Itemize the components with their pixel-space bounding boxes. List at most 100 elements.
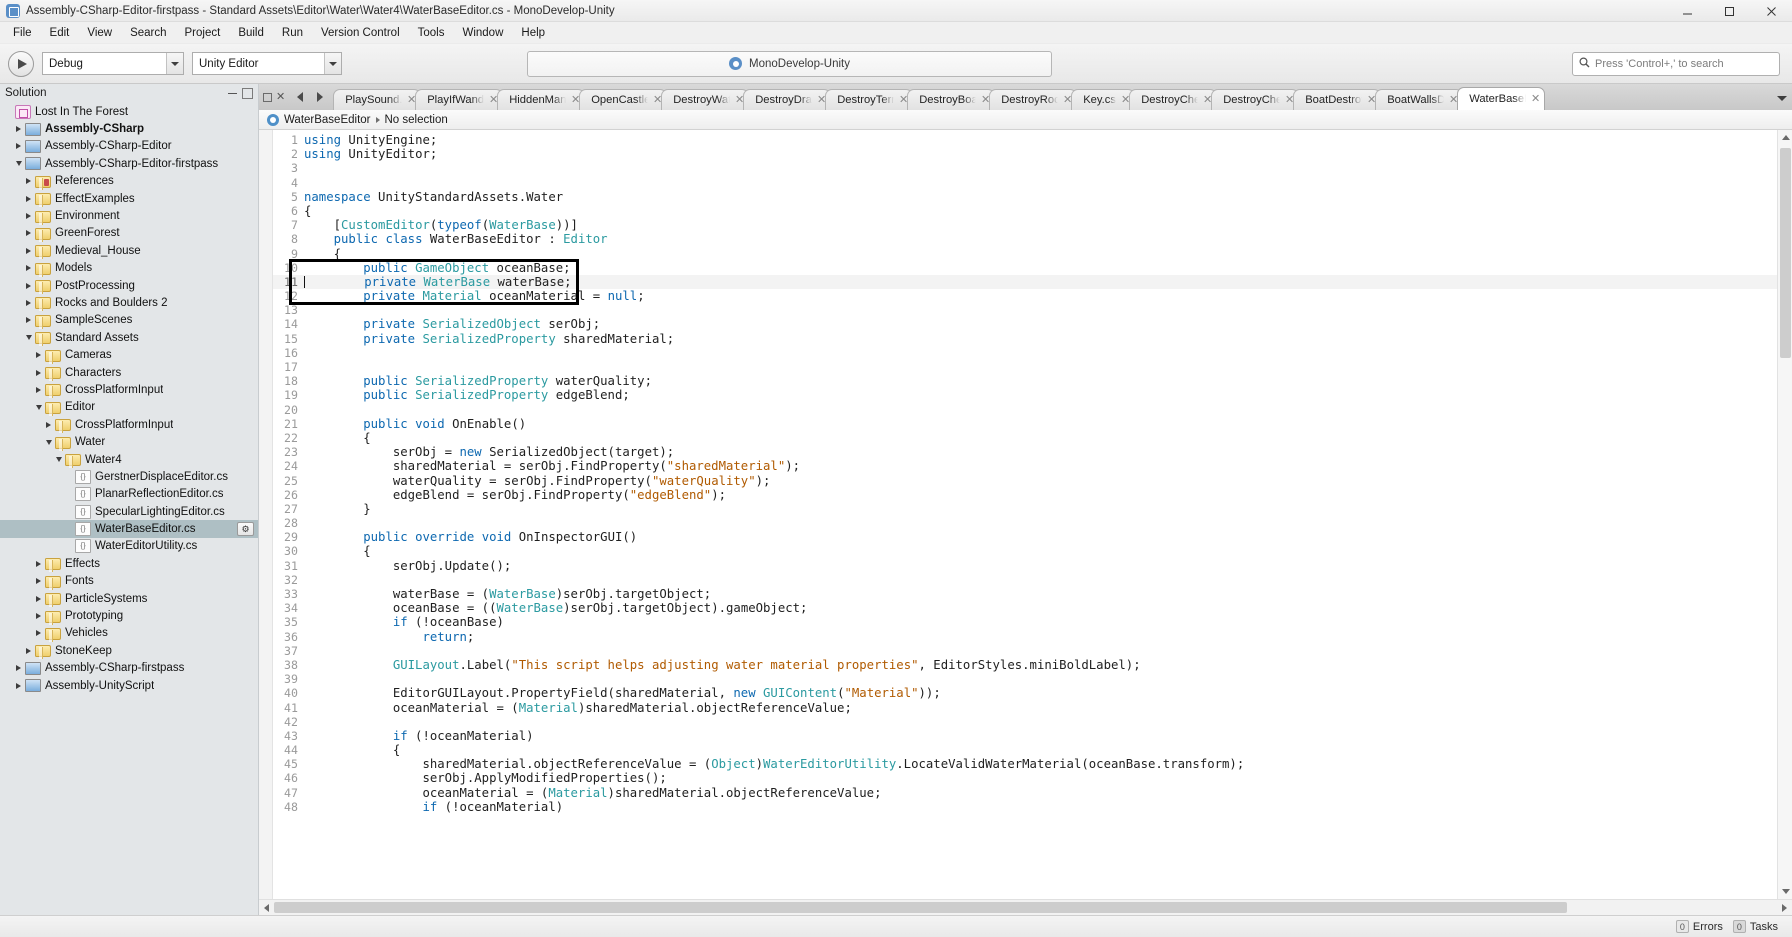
expand-arrow-icon[interactable] xyxy=(22,277,35,294)
tree-node[interactable]: SampleScenes xyxy=(0,312,258,329)
scroll-up-button[interactable] xyxy=(1778,130,1792,145)
maximize-button[interactable] xyxy=(1708,0,1750,22)
expand-arrow-icon[interactable] xyxy=(32,364,45,381)
node-gear-icon[interactable]: ⚙ xyxy=(237,522,254,537)
horizontal-scroll-track[interactable] xyxy=(274,902,1777,913)
expand-arrow-icon[interactable] xyxy=(32,608,45,625)
document-tab[interactable]: BoatWallsD ✕ xyxy=(1375,89,1464,110)
tree-node[interactable]: Water xyxy=(0,433,258,451)
tab-scroll-right-button[interactable] xyxy=(311,86,329,108)
breadcrumb-member[interactable]: No selection xyxy=(385,114,448,126)
code-editor[interactable]: 1 using UnityEngine; 2 using UnityEditor; 3 4… xyxy=(259,130,1777,899)
document-tab[interactable]: DestroyTerra✕ xyxy=(825,89,914,110)
expand-arrow-icon[interactable] xyxy=(22,208,35,225)
tree-node[interactable]: CrossPlatformInput xyxy=(0,381,258,399)
tab-overflow-button[interactable] xyxy=(1774,90,1790,106)
document-tab[interactable]: DestroyChes✕ xyxy=(1129,89,1218,110)
expand-arrow-icon[interactable] xyxy=(22,225,35,242)
tree-node[interactable]: References xyxy=(0,173,258,190)
expand-arrow-icon[interactable] xyxy=(12,121,25,138)
close-all-icon[interactable]: ✕ xyxy=(276,91,285,103)
expand-arrow-icon[interactable] xyxy=(12,660,25,677)
document-tab[interactable]: DestroyDrag ✕ xyxy=(743,89,832,110)
expand-arrow-icon[interactable] xyxy=(42,416,55,433)
document-tab[interactable]: Key.cs ✕ xyxy=(1071,89,1136,110)
collapse-arrow-icon[interactable] xyxy=(32,399,45,416)
vertical-scroll-thumb[interactable] xyxy=(1780,148,1791,358)
expand-arrow-icon[interactable] xyxy=(12,677,25,694)
document-tab[interactable]: DestroyChes✕ xyxy=(1211,89,1300,110)
horizontal-scroll-thumb[interactable] xyxy=(274,902,1567,913)
menu-view[interactable]: View xyxy=(78,25,121,41)
document-tab[interactable]: BoatDestroy ✕ xyxy=(1293,89,1382,110)
expand-arrow-icon[interactable] xyxy=(22,242,35,259)
expand-arrow-icon[interactable] xyxy=(22,312,35,329)
tree-node[interactable]: Assembly-CSharp-Editor xyxy=(0,138,258,155)
expand-arrow-icon[interactable] xyxy=(32,555,45,572)
global-search[interactable]: Press 'Control+,' to search xyxy=(1572,51,1780,76)
tree-node[interactable]: Standard Assets xyxy=(0,329,258,347)
menu-build[interactable]: Build xyxy=(229,25,273,41)
tree-node[interactable]: EffectExamples xyxy=(0,190,258,208)
configuration-select[interactable]: Debug xyxy=(42,52,184,75)
editor-vertical-scrollbar[interactable] xyxy=(1777,130,1792,899)
expand-arrow-icon[interactable] xyxy=(22,173,35,190)
document-tab[interactable]: DestroyBoat ✕ xyxy=(907,89,996,110)
tree-node[interactable]: {} WaterEditorUtility.cs xyxy=(0,538,258,555)
scroll-right-button[interactable] xyxy=(1777,900,1792,915)
tree-node[interactable]: Assembly-UnityScript xyxy=(0,677,258,694)
tree-node[interactable]: Assembly-CSharp-firstpass xyxy=(0,660,258,677)
tree-node[interactable]: Models xyxy=(0,260,258,277)
expand-arrow-icon[interactable] xyxy=(12,138,25,155)
document-tab[interactable]: OpenCastleD✕ xyxy=(579,89,668,110)
tree-node[interactable]: ParticleSystems xyxy=(0,590,258,608)
tree-node[interactable]: Assembly-CSharp xyxy=(0,120,258,137)
expand-arrow-icon[interactable] xyxy=(22,294,35,311)
document-tab[interactable]: WaterBaseE ✕ xyxy=(1457,87,1546,110)
tree-node[interactable]: Lost In The Forest xyxy=(0,103,258,120)
document-tab[interactable]: PlayIfWandh ✕ xyxy=(415,89,504,110)
run-button[interactable] xyxy=(8,50,34,77)
runtime-select[interactable]: Unity Editor xyxy=(192,52,342,75)
tab-scroll-left-button[interactable] xyxy=(291,86,309,108)
tree-node[interactable]: Characters xyxy=(0,364,258,382)
expand-arrow-icon[interactable] xyxy=(32,573,45,590)
scroll-down-button[interactable] xyxy=(1778,884,1792,899)
tree-node[interactable]: Effects xyxy=(0,555,258,573)
tree-node[interactable]: {} WaterBaseEditor.cs ⚙ xyxy=(0,520,258,538)
expand-arrow-icon[interactable] xyxy=(22,260,35,277)
menu-search[interactable]: Search xyxy=(121,25,175,41)
tree-node[interactable]: Editor xyxy=(0,399,258,416)
tree-node[interactable]: Water4 xyxy=(0,451,258,468)
tree-node[interactable]: {} GerstnerDisplaceEditor.cs xyxy=(0,468,258,485)
menu-window[interactable]: Window xyxy=(453,25,512,41)
menu-version-control[interactable]: Version Control xyxy=(312,25,409,41)
expand-arrow-icon[interactable] xyxy=(22,190,35,207)
menu-run[interactable]: Run xyxy=(273,25,312,41)
errors-status[interactable]: 0 Errors xyxy=(1675,920,1723,933)
menu-file[interactable]: File xyxy=(4,25,41,41)
tasks-status[interactable]: 0 Tasks xyxy=(1732,920,1778,933)
tree-node[interactable]: {} SpecularLightingEditor.cs xyxy=(0,503,258,520)
document-tab[interactable]: HiddenMan ✕ xyxy=(497,89,586,110)
tab-close-icon[interactable]: ✕ xyxy=(1531,93,1540,105)
pad-autohide-button[interactable] xyxy=(227,88,238,99)
menu-tools[interactable]: Tools xyxy=(409,25,454,41)
collapse-arrow-icon[interactable] xyxy=(12,155,25,172)
pad-close-button[interactable] xyxy=(242,87,253,99)
collapse-arrow-icon[interactable] xyxy=(22,329,35,346)
minimize-button[interactable] xyxy=(1666,0,1708,22)
document-tab[interactable]: PlaySound.c ✕ xyxy=(333,89,422,110)
document-tab[interactable]: DestroyWate✕ xyxy=(661,89,750,110)
tree-node[interactable]: Vehicles xyxy=(0,625,258,642)
menu-help[interactable]: Help xyxy=(512,25,554,41)
tree-node[interactable]: GreenForest xyxy=(0,225,258,242)
tree-node[interactable]: Assembly-CSharp-Editor-firstpass xyxy=(0,155,258,172)
collapse-arrow-icon[interactable] xyxy=(42,434,55,451)
scroll-left-button[interactable] xyxy=(259,900,274,915)
menu-project[interactable]: Project xyxy=(176,25,230,41)
tree-node[interactable]: CrossPlatformInput xyxy=(0,416,258,434)
tree-node[interactable]: Environment xyxy=(0,207,258,225)
document-tab[interactable]: DestroyRock✕ xyxy=(989,89,1078,110)
editor-horizontal-scrollbar[interactable] xyxy=(259,899,1792,915)
